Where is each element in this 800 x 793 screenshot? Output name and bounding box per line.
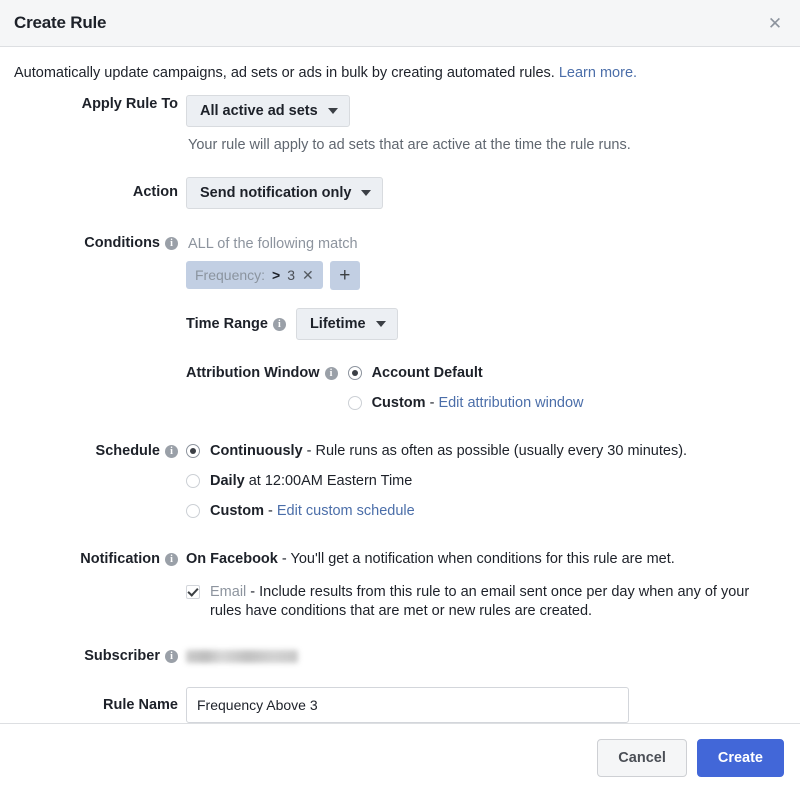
- time-range-dropdown[interactable]: Lifetime: [295, 307, 398, 340]
- apply-rule-to-row: Apply Rule To All active ad sets Your ru…: [14, 94, 786, 155]
- attribution-option-account-default[interactable]: Account Default: [347, 364, 584, 383]
- schedule-option-suffix: -: [263, 502, 277, 519]
- schedule-option-suffix: at 12:00AM Eastern Time: [244, 472, 413, 489]
- attribution-window-label-text: Attribution Window: [186, 364, 320, 381]
- checkbox-icon[interactable]: [186, 584, 200, 599]
- notification-row: Notification i On Facebook - You'll get …: [14, 550, 786, 621]
- email-title: Email: [210, 583, 247, 600]
- notification-label-text: Notification: [80, 550, 160, 567]
- info-icon[interactable]: i: [165, 553, 178, 567]
- notification-email-option[interactable]: Email - Include results from this rule t…: [186, 583, 766, 621]
- schedule-option-label: Continuously: [210, 442, 303, 459]
- dialog-header: Create Rule ✕: [0, 0, 800, 47]
- apply-rule-to-label: Apply Rule To: [81, 95, 178, 112]
- attribution-option-custom[interactable]: Custom - Edit attribution window: [347, 394, 584, 413]
- radio-icon[interactable]: [186, 473, 200, 488]
- schedule-option-daily[interactable]: Daily at 12:00AM Eastern Time: [186, 472, 786, 491]
- attribution-window-options: Account Default Custom - Edit attributio…: [347, 364, 584, 413]
- condition-chip-list: Frequency: > 3 ✕ +: [186, 260, 786, 290]
- schedule-option-custom[interactable]: Custom - Edit custom schedule: [186, 502, 786, 521]
- info-icon[interactable]: i: [165, 650, 178, 664]
- rule-name-row: Rule Name: [14, 686, 786, 723]
- rule-name-input[interactable]: [186, 686, 629, 723]
- chevron-down-icon: [375, 320, 386, 327]
- page-title: Create Rule: [14, 13, 107, 32]
- email-text: - Include results from this rule to an e…: [210, 583, 750, 619]
- learn-more-link[interactable]: Learn more.: [559, 65, 637, 81]
- subscriber-label: Subscriber i: [14, 647, 186, 665]
- action-dropdown[interactable]: Send notification only: [186, 176, 384, 209]
- schedule-option-continuously[interactable]: Continuously - Rule runs as often as pos…: [186, 442, 786, 461]
- on-facebook-title: On Facebook: [186, 550, 278, 567]
- info-icon[interactable]: i: [165, 237, 178, 251]
- attribution-window-label: Attribution Window i: [186, 364, 338, 381]
- apply-rule-to-value: All active ad sets: [200, 102, 318, 119]
- action-value: Send notification only: [200, 184, 352, 201]
- condition-chip-remove-icon[interactable]: ✕: [302, 268, 314, 282]
- conditions-row: Conditions i ALL of the following match …: [14, 234, 786, 413]
- notification-on-facebook: On Facebook - You'll get a notification …: [186, 550, 786, 569]
- action-label: Action: [132, 183, 178, 200]
- edit-attribution-window-link[interactable]: Edit attribution window: [438, 395, 583, 411]
- radio-icon[interactable]: [186, 503, 200, 518]
- schedule-label-text: Schedule: [95, 442, 160, 459]
- time-range-label-text: Time Range: [186, 315, 268, 332]
- add-condition-button[interactable]: +: [329, 260, 360, 290]
- apply-rule-to-dropdown[interactable]: All active ad sets: [186, 94, 350, 127]
- action-row: Action Send notification only: [14, 176, 786, 209]
- radio-icon[interactable]: [347, 395, 362, 410]
- conditions-label-text: Conditions: [84, 234, 160, 251]
- attribution-option-suffix: -: [425, 394, 439, 411]
- chevron-down-icon: [361, 189, 372, 196]
- chevron-down-icon: [327, 107, 338, 114]
- create-button[interactable]: Create: [696, 739, 784, 778]
- time-range-value: Lifetime: [309, 315, 366, 332]
- dialog-footer: Cancel Create: [0, 722, 800, 793]
- dialog-body: Automatically update campaigns, ad sets …: [0, 47, 800, 723]
- time-range-label: Time Range i: [186, 316, 286, 332]
- condition-chip-metric: Frequency:: [195, 267, 266, 284]
- schedule-option-label: Daily: [210, 472, 245, 489]
- schedule-option-label: Custom: [210, 502, 264, 519]
- cancel-button[interactable]: Cancel: [597, 739, 687, 778]
- attribution-option-label: Account Default: [371, 364, 483, 381]
- condition-chip-operator: >: [272, 267, 281, 284]
- rule-name-label: Rule Name: [103, 696, 178, 713]
- intro-text: Automatically update campaigns, ad sets …: [14, 47, 786, 95]
- conditions-match-text: ALL of the following match: [188, 235, 358, 252]
- subscriber-value-redacted: [186, 649, 298, 663]
- intro-description: Automatically update campaigns, ad sets …: [14, 65, 555, 81]
- edit-custom-schedule-link[interactable]: Edit custom schedule: [277, 503, 415, 519]
- schedule-options: Continuously - Rule runs as often as pos…: [186, 442, 786, 521]
- time-range-row: Time Range i Lifetime: [186, 307, 786, 340]
- on-facebook-text: - You'll get a notification when conditi…: [277, 550, 675, 567]
- create-rule-dialog: Create Rule ✕ Automatically update campa…: [0, 0, 800, 793]
- apply-rule-to-helper: Your rule will apply to ad sets that are…: [188, 136, 631, 153]
- subscriber-label-text: Subscriber: [84, 647, 160, 664]
- schedule-option-suffix: - Rule runs as often as possible (usuall…: [302, 442, 688, 459]
- info-icon[interactable]: i: [272, 318, 286, 332]
- radio-icon[interactable]: [186, 443, 200, 458]
- condition-chip[interactable]: Frequency: > 3 ✕: [186, 261, 323, 290]
- close-icon[interactable]: ✕: [764, 12, 786, 34]
- condition-chip-value: 3: [287, 267, 296, 284]
- conditions-label: Conditions i: [14, 234, 186, 252]
- radio-icon[interactable]: [347, 365, 362, 380]
- info-icon[interactable]: i: [165, 445, 178, 459]
- attribution-option-label: Custom: [371, 394, 426, 411]
- info-icon[interactable]: i: [324, 367, 338, 381]
- schedule-label: Schedule i: [14, 442, 186, 460]
- attribution-window-row: Attribution Window i Account Default Cus…: [186, 364, 786, 413]
- subscriber-row: Subscriber i: [14, 647, 786, 665]
- schedule-row: Schedule i Continuously - Rule runs as o…: [14, 442, 786, 521]
- notification-label: Notification i: [14, 550, 186, 568]
